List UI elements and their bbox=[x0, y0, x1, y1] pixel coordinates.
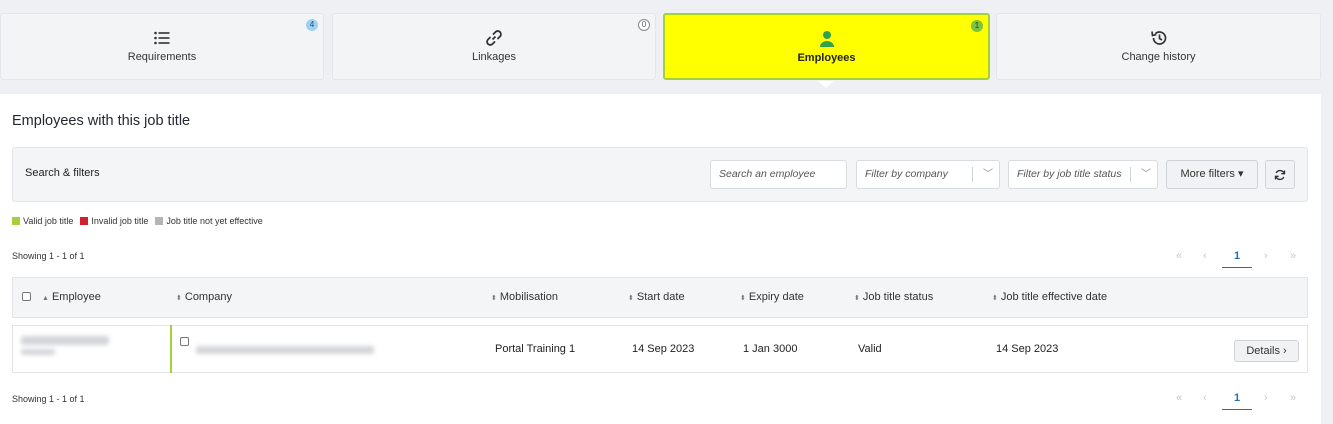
more-filters-button[interactable]: More filters ▾ bbox=[1166, 160, 1258, 189]
col-expiry-date[interactable]: ⬍ Expiry date bbox=[740, 291, 804, 303]
col-start-date[interactable]: ⬍ Start date bbox=[628, 291, 685, 303]
first-page-icon[interactable]: « bbox=[1176, 250, 1182, 262]
prev-page-icon[interactable]: ‹ bbox=[1203, 250, 1207, 262]
list-icon bbox=[152, 28, 172, 48]
count-badge: 4 bbox=[306, 19, 318, 31]
col-label: Job title effective date bbox=[1000, 291, 1108, 303]
current-page[interactable]: 1 bbox=[1222, 392, 1252, 410]
cell-expiry-date: 1 Jan 3000 bbox=[743, 343, 798, 355]
chevron-down-icon: ﹀ bbox=[1141, 169, 1151, 180]
tab-label: Change history bbox=[1121, 51, 1196, 63]
tab-change-history[interactable]: Change history bbox=[996, 13, 1321, 80]
count-badge: 0 bbox=[638, 19, 650, 31]
last-page-icon[interactable]: » bbox=[1290, 392, 1296, 404]
tab-label: Linkages bbox=[471, 51, 517, 63]
legend-label: Job title not yet effective bbox=[166, 216, 263, 226]
pagination: « ‹ 1 › » bbox=[1176, 250, 1306, 270]
history-icon bbox=[1149, 28, 1169, 48]
col-company[interactable]: ⬍ Company bbox=[176, 291, 232, 303]
user-icon bbox=[817, 29, 837, 49]
legend-swatch bbox=[12, 217, 20, 225]
col-label: Mobilisation bbox=[499, 291, 558, 303]
prev-page-icon[interactable]: ‹ bbox=[1203, 392, 1207, 404]
details-button[interactable]: Details › bbox=[1234, 340, 1299, 362]
last-page-icon[interactable]: » bbox=[1290, 250, 1296, 262]
tab-label: Requirements bbox=[127, 51, 197, 63]
refresh-button[interactable] bbox=[1265, 160, 1295, 189]
table-header: ▲ Employee ⬍ Company ⬍ Mobilisation ⬍ Start … bbox=[12, 277, 1308, 318]
col-label: Job title status bbox=[862, 291, 934, 303]
cell-status: Valid bbox=[858, 343, 882, 355]
search-filters-bar: Search & filters Search an employee Filt… bbox=[12, 147, 1308, 202]
tab-label: Employees bbox=[797, 52, 856, 64]
chevron-down-icon: ﹀ bbox=[983, 169, 993, 180]
col-mobilisation[interactable]: ⬍ Mobilisation bbox=[491, 291, 558, 303]
legend-swatch bbox=[80, 217, 89, 225]
page-title: Employees with this job title bbox=[12, 113, 191, 129]
employees-panel: Employees with this job title Search & f… bbox=[0, 94, 1321, 424]
showing-count: Showing 1 - 1 of 1 bbox=[12, 251, 85, 261]
col-employee[interactable]: ▲ Employee bbox=[42, 291, 101, 303]
row-checkbox[interactable] bbox=[180, 337, 189, 346]
legend-label: Valid job title bbox=[23, 216, 74, 226]
select-divider bbox=[972, 167, 973, 182]
legend-invalid: Invalid job title bbox=[80, 216, 148, 226]
company-filter-select[interactable]: Filter by company ﹀ bbox=[856, 160, 1000, 189]
tab-linkages[interactable]: Linkages 0 bbox=[332, 13, 656, 80]
employee-name-redacted bbox=[21, 336, 109, 345]
current-page[interactable]: 1 bbox=[1222, 250, 1252, 268]
col-effective-date[interactable]: ⬍ Job title effective date bbox=[992, 291, 1107, 303]
count-badge: 1 bbox=[971, 20, 983, 32]
refresh-icon bbox=[1274, 169, 1286, 181]
status-filter-placeholder: Filter by job title status bbox=[1017, 168, 1122, 180]
pagination-bottom: « ‹ 1 › » bbox=[1176, 392, 1306, 412]
table-row: Portal Training 1 14 Sep 2023 1 Jan 3000… bbox=[12, 325, 1308, 373]
showing-count-bottom: Showing 1 - 1 of 1 bbox=[12, 394, 85, 404]
legend-not-effective: Job title not yet effective bbox=[155, 216, 263, 226]
employee-id-redacted bbox=[21, 349, 55, 355]
col-label: Start date bbox=[636, 291, 685, 303]
col-label: Employee bbox=[51, 291, 101, 303]
cell-mobilisation: Portal Training 1 bbox=[495, 343, 576, 355]
legend-label: Invalid job title bbox=[91, 216, 149, 226]
col-job-title-status[interactable]: ⬍ Job title status bbox=[854, 291, 933, 303]
next-page-icon[interactable]: › bbox=[1264, 392, 1268, 404]
legend-swatch bbox=[155, 217, 164, 225]
valid-status-bar bbox=[170, 325, 172, 373]
company-name-redacted bbox=[196, 346, 374, 354]
next-page-icon[interactable]: › bbox=[1264, 250, 1268, 262]
status-legend: Valid job title Invalid job title Job ti… bbox=[12, 216, 270, 226]
filters-title: Search & filters bbox=[25, 167, 100, 179]
col-label: Company bbox=[184, 291, 232, 303]
col-label: Expiry date bbox=[748, 291, 804, 303]
cell-effective-date: 14 Sep 2023 bbox=[996, 343, 1059, 355]
company-filter-placeholder: Filter by company bbox=[865, 168, 948, 180]
select-all-checkbox[interactable] bbox=[22, 292, 31, 301]
search-input[interactable]: Search an employee bbox=[710, 160, 847, 189]
status-filter-select[interactable]: Filter by job title status ﹀ bbox=[1008, 160, 1158, 189]
tab-bar: Requirements 4 Linkages 0 Employees 1 Ch… bbox=[0, 13, 1321, 81]
tab-requirements[interactable]: Requirements 4 bbox=[0, 13, 324, 80]
tab-employees[interactable]: Employees 1 bbox=[663, 13, 990, 80]
first-page-icon[interactable]: « bbox=[1176, 392, 1182, 404]
cell-start-date: 14 Sep 2023 bbox=[632, 343, 695, 355]
link-icon bbox=[484, 28, 504, 48]
legend-valid: Valid job title bbox=[12, 216, 73, 226]
active-tab-pointer bbox=[818, 81, 834, 88]
select-divider bbox=[1130, 167, 1131, 182]
